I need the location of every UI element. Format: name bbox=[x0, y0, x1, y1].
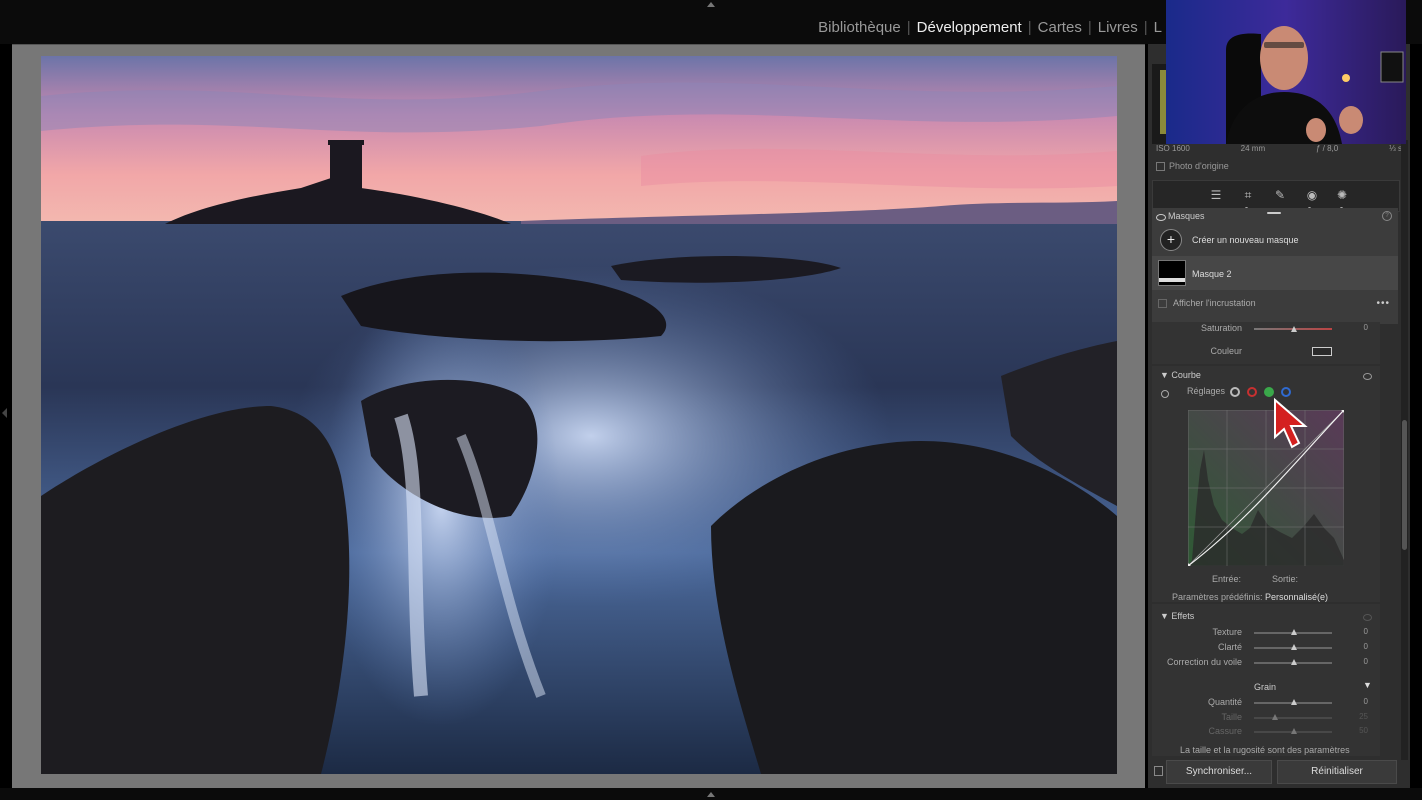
overlay-label: Afficher l'incrustation bbox=[1173, 298, 1256, 308]
texture-label: Texture bbox=[1212, 627, 1242, 637]
red-eye-icon[interactable]: ◉ bbox=[1305, 188, 1319, 202]
curve-presets-label: Paramètres prédéfinis: bbox=[1172, 592, 1263, 602]
curve-title[interactable]: ▼ Courbe bbox=[1160, 370, 1201, 380]
masking-icon[interactable]: ✺ bbox=[1335, 188, 1349, 202]
curve-settings-label: Réglages bbox=[1187, 386, 1226, 396]
mask-thumbnail[interactable] bbox=[1158, 260, 1186, 286]
dehaze-knob[interactable] bbox=[1291, 659, 1297, 665]
masks-title: Masques bbox=[1168, 211, 1205, 221]
original-photo-label: Photo d'origine bbox=[1169, 161, 1229, 171]
webcam-overlay bbox=[1166, 0, 1406, 144]
grain-roughness-knob[interactable] bbox=[1291, 728, 1297, 734]
grain-amount-knob[interactable] bbox=[1291, 699, 1297, 705]
grain-amount-value[interactable]: 0 bbox=[1348, 697, 1368, 706]
saturation-label: Saturation bbox=[1200, 323, 1242, 333]
focal-length: 24 mm bbox=[1240, 144, 1266, 153]
create-mask-button[interactable]: + bbox=[1160, 229, 1182, 251]
panel-grip-icon[interactable] bbox=[1267, 212, 1281, 214]
clarity-knob[interactable] bbox=[1291, 644, 1297, 650]
sync-toggle-switch[interactable] bbox=[1154, 766, 1163, 776]
color-section: Saturation 0 Couleur bbox=[1152, 322, 1380, 364]
clarity-label: Clarté bbox=[1217, 642, 1242, 652]
sliders-icon[interactable]: ☰ bbox=[1209, 188, 1223, 202]
dehaze-label: Correction du voile bbox=[1166, 657, 1242, 667]
effects-title[interactable]: ▼ Effets bbox=[1160, 611, 1194, 621]
exif-info: ISO 1600 24 mm ƒ / 8,0 ⅓ s bbox=[1156, 144, 1402, 153]
grain-size-slider[interactable] bbox=[1254, 717, 1332, 719]
collapse-top-arrow-icon[interactable] bbox=[707, 2, 715, 7]
module-book[interactable]: Livres bbox=[1098, 19, 1138, 36]
grain-label: Grain bbox=[1254, 682, 1277, 692]
reset-button[interactable]: Réinitialiser bbox=[1277, 760, 1397, 784]
curve-input-label: Entrée: bbox=[1212, 574, 1242, 584]
texture-knob[interactable] bbox=[1291, 629, 1297, 635]
module-picker: Bibliothèque | Développement | Cartes | Livres… bbox=[818, 19, 1162, 36]
grain-expand-icon[interactable]: ▼ bbox=[1363, 680, 1372, 690]
module-separator: | bbox=[1143, 19, 1148, 36]
tone-curve-graph[interactable] bbox=[1188, 410, 1344, 566]
effects-section: ▼ Effets Texture 0 Clarté 0 Correction d… bbox=[1152, 604, 1380, 756]
help-icon[interactable]: ? bbox=[1382, 211, 1392, 221]
module-separator: | bbox=[1087, 19, 1092, 36]
effects-visibility-eye-icon[interactable] bbox=[1363, 614, 1372, 621]
curve-presets-value[interactable]: Personnalisé(e) bbox=[1265, 592, 1328, 602]
color-swatch[interactable] bbox=[1312, 347, 1332, 356]
collapse-left-arrow-icon[interactable] bbox=[2, 408, 7, 418]
original-photo-checkbox[interactable] bbox=[1156, 162, 1165, 172]
show-overlay-toggle[interactable]: Afficher l'incrustation bbox=[1158, 298, 1256, 309]
module-map[interactable]: Cartes bbox=[1038, 19, 1082, 36]
original-photo-toggle[interactable]: Photo d'origine bbox=[1156, 161, 1229, 172]
channel-blue-icon[interactable] bbox=[1281, 387, 1291, 397]
effects-title-text: Effets bbox=[1171, 611, 1195, 621]
mouse-cursor-icon bbox=[1274, 397, 1308, 449]
grain-amount-label: Quantité bbox=[1207, 697, 1242, 707]
curve-visibility-eye-icon[interactable] bbox=[1363, 373, 1372, 380]
target-adjust-icon[interactable] bbox=[1161, 390, 1169, 398]
grain-roughness-label: Cassure bbox=[1208, 726, 1242, 736]
channel-red-icon[interactable] bbox=[1247, 387, 1257, 397]
develop-right-panel: ISO 1600 24 mm ƒ / 8,0 ⅓ s Photo d'origi… bbox=[1148, 44, 1410, 788]
mask-name[interactable]: Masque 2 bbox=[1192, 269, 1232, 279]
grain-size-knob[interactable] bbox=[1272, 714, 1278, 720]
create-mask-label[interactable]: Créer un nouveau masque bbox=[1192, 235, 1299, 245]
module-library[interactable]: Bibliothèque bbox=[818, 19, 901, 36]
clarity-value[interactable]: 0 bbox=[1348, 642, 1368, 651]
grain-note: La taille et la rugosité sont des paramè… bbox=[1180, 745, 1350, 755]
overlay-checkbox[interactable] bbox=[1158, 299, 1167, 309]
panel-scrollbar-thumb[interactable] bbox=[1402, 420, 1407, 550]
crop-icon[interactable]: ⌗ bbox=[1241, 188, 1255, 202]
main-photo[interactable] bbox=[41, 56, 1117, 774]
eye-icon[interactable] bbox=[1156, 214, 1166, 221]
color-label: Couleur bbox=[1210, 346, 1242, 356]
curve-output-label: Sortie: bbox=[1272, 574, 1299, 584]
aperture-value: ƒ / 8,0 bbox=[1315, 144, 1339, 153]
masks-panel: Masques ? + Créer un nouveau masque Masq… bbox=[1152, 208, 1398, 324]
curve-title-text: Courbe bbox=[1171, 370, 1201, 380]
module-more[interactable]: L bbox=[1154, 19, 1162, 36]
module-develop[interactable]: Développement bbox=[917, 19, 1022, 36]
panel-scrollbar[interactable] bbox=[1401, 140, 1408, 760]
healing-icon[interactable]: ✎ bbox=[1273, 188, 1287, 202]
iso-value: ISO 1600 bbox=[1156, 144, 1190, 153]
channel-rgb-icon[interactable] bbox=[1230, 387, 1240, 397]
bottom-bar bbox=[0, 788, 1422, 800]
module-separator: | bbox=[1027, 19, 1032, 36]
saturation-knob[interactable] bbox=[1291, 326, 1297, 332]
grain-size-label: Taille bbox=[1221, 712, 1242, 722]
grain-size-value[interactable]: 25 bbox=[1348, 712, 1368, 721]
sync-button[interactable]: Synchroniser... bbox=[1166, 760, 1272, 784]
module-separator: | bbox=[906, 19, 911, 36]
grain-roughness-value[interactable]: 50 bbox=[1348, 726, 1368, 735]
mask-list-item[interactable]: Masque 2 bbox=[1152, 256, 1398, 290]
channel-green-icon[interactable] bbox=[1264, 387, 1274, 397]
saturation-value[interactable]: 0 bbox=[1348, 323, 1368, 332]
dehaze-value[interactable]: 0 bbox=[1348, 657, 1368, 666]
texture-value[interactable]: 0 bbox=[1348, 627, 1368, 636]
expand-filmstrip-arrow-icon[interactable] bbox=[707, 792, 715, 797]
more-options-icon[interactable]: ••• bbox=[1376, 298, 1390, 309]
